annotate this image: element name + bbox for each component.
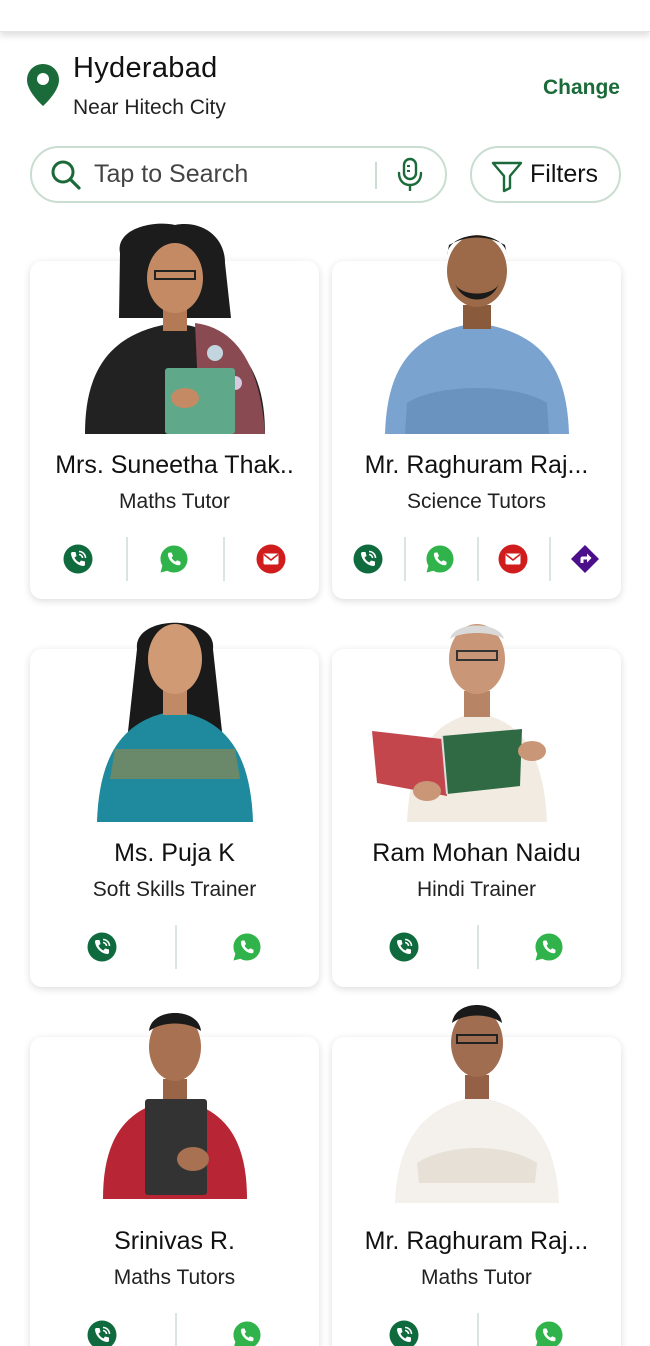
whatsapp-icon: [535, 933, 563, 961]
tutor-actions: [332, 925, 621, 969]
tutor-role: Soft Skills Trainer: [92, 878, 257, 901]
filters-label: Filters: [530, 160, 599, 188]
call-icon: [87, 932, 117, 962]
mail-icon: [498, 544, 528, 574]
whatsapp-icon: [233, 933, 261, 961]
tutor-name: Srinivas R.: [114, 1227, 235, 1255]
search-icon: [51, 160, 81, 190]
whatsapp-icon: [426, 545, 454, 573]
change-location-button[interactable]: Change: [543, 76, 620, 100]
call-icon: [389, 1320, 419, 1346]
filters-button[interactable]: Filters: [470, 146, 621, 203]
whatsapp-button[interactable]: [126, 537, 222, 581]
tutor-card[interactable]: Mr. Raghuram Raj... Science Tutors: [332, 235, 621, 599]
status-bar: [0, 0, 650, 32]
call-icon: [63, 544, 93, 574]
tutor-role: Maths Tutors: [113, 1266, 236, 1289]
whatsapp-icon: [535, 1321, 563, 1346]
location-area: Near Hitech City: [73, 96, 226, 119]
call-icon: [389, 932, 419, 962]
call-button[interactable]: [30, 925, 175, 969]
call-icon: [353, 544, 383, 574]
tutor-photo: [96, 622, 253, 822]
tutor-card[interactable]: Mrs. Suneetha Thak.. Maths Tutor: [30, 223, 319, 599]
call-button[interactable]: [30, 1313, 175, 1346]
whatsapp-button[interactable]: [174, 1313, 320, 1346]
tutor-actions: [332, 537, 621, 581]
filter-icon: [491, 161, 523, 193]
mail-icon: [256, 544, 286, 574]
tutor-name: Ms. Puja K: [114, 839, 235, 867]
whatsapp-button[interactable]: [476, 1313, 622, 1346]
location-pin-icon: [27, 64, 59, 106]
call-button[interactable]: [332, 1313, 477, 1346]
search-divider: [375, 162, 377, 189]
tutor-role: Maths Tutor: [421, 1266, 532, 1289]
tutor-actions: [30, 537, 319, 581]
email-button[interactable]: [222, 537, 319, 581]
location-city: Hyderabad: [73, 52, 218, 84]
tutor-role: Maths Tutor: [119, 490, 230, 513]
email-button[interactable]: [476, 537, 549, 581]
tutor-actions: [30, 1313, 319, 1346]
whatsapp-button[interactable]: [476, 925, 622, 969]
tutor-photo: [84, 223, 265, 434]
tutor-actions: [30, 925, 319, 969]
tutor-photo: [384, 235, 569, 434]
call-button[interactable]: [30, 537, 126, 581]
microphone-icon[interactable]: [394, 157, 426, 193]
whatsapp-icon: [233, 1321, 261, 1346]
tutor-card[interactable]: Ms. Puja K Soft Skills Trainer: [30, 622, 319, 987]
tutor-name: Mr. Raghuram Raj...: [364, 1227, 589, 1255]
whatsapp-icon: [160, 545, 188, 573]
call-icon: [87, 1320, 117, 1346]
tutor-card[interactable]: Ram Mohan Naidu Hindi Trainer: [332, 624, 621, 987]
search-placeholder: Tap to Search: [94, 160, 249, 188]
tutor-photo: [394, 1005, 559, 1203]
directions-button[interactable]: [548, 537, 621, 581]
whatsapp-button[interactable]: [404, 537, 476, 581]
tutor-card[interactable]: Mr. Raghuram Raj... Maths Tutor: [332, 1005, 621, 1346]
call-button[interactable]: [332, 925, 477, 969]
tutor-role: Hindi Trainer: [416, 878, 537, 901]
tutor-name: Mrs. Suneetha Thak..: [55, 451, 294, 479]
tutor-actions: [332, 1313, 621, 1346]
tutor-name: Mr. Raghuram Raj...: [364, 451, 589, 479]
tutor-name: Ram Mohan Naidu: [372, 839, 581, 867]
search-input[interactable]: Tap to Search: [30, 146, 447, 203]
call-button[interactable]: [332, 537, 404, 581]
tutor-role: Science Tutors: [407, 490, 546, 513]
tutor-photo: [102, 1013, 247, 1199]
tutor-photo: [371, 624, 547, 822]
directions-icon: [570, 545, 599, 573]
tutor-card[interactable]: Srinivas R. Maths Tutors: [30, 1013, 319, 1346]
whatsapp-button[interactable]: [174, 925, 320, 969]
